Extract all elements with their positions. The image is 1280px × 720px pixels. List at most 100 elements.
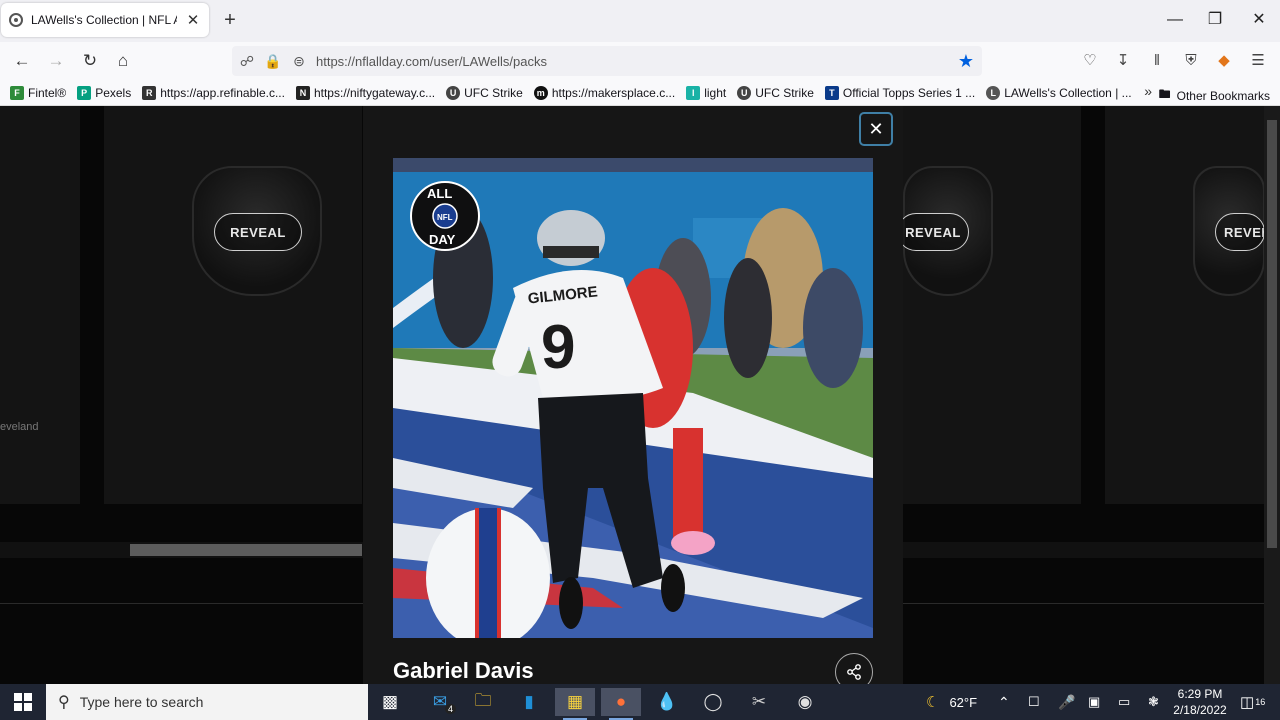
vertical-scrollbar[interactable] [1264,106,1280,684]
scrollbar-thumb[interactable] [1267,120,1277,548]
windows-taskbar: ⚲ Type here to search ▩ ✉ 4 🗀 ▮ ▦ ● 💧 ◯ ✂… [0,684,1280,720]
new-tab-button[interactable]: + [220,9,240,31]
pack-card[interactable]: REVEAL [104,106,362,504]
scrollbar-thumb[interactable] [130,544,362,556]
bookmark-item[interactable]: l light [686,85,726,100]
weather-temp: 62°F [949,694,978,710]
home-icon[interactable]: ⌂ [111,50,135,72]
reload-icon[interactable]: ↻ [78,50,102,72]
url-text[interactable]: https://nflallday.com/user/LAWells/packs [316,54,547,69]
sticky-notes-icon[interactable]: ▦ [555,688,595,720]
library-icon[interactable]: ‖ [1145,50,1169,72]
vpn-shield-icon[interactable]: ⛨ [1179,50,1203,72]
other-bookmarks[interactable]: 🖿 Other Bookmarks [1159,85,1270,106]
app-brain-icon[interactable]: ◯ [693,688,733,716]
bookmark-item[interactable]: T Official Topps Series 1 ... [824,85,975,100]
file-explorer-icon[interactable]: 🗀 [463,688,503,716]
lock-icon[interactable]: 🔒 [262,53,284,70]
reveal-button[interactable]: REVEL [1215,213,1265,251]
bookmark-favicon-icon: U [446,85,461,100]
reveal-button[interactable]: REVEAL [214,213,302,251]
bookmark-item[interactable]: L LAWells's Collection | ... [986,85,1132,100]
site-favicon-icon [9,13,23,27]
navigation-toolbar: ← → ↻ ⌂ ☍ 🔒 ⊜ https://nflallday.com/user… [0,42,1280,80]
chevron-more-icon[interactable]: » [1144,83,1152,99]
bookmarks-toolbar: F Fintel® P Pexels Rhttps://app.refinable.… [0,80,1280,106]
bookmark-favicon-icon: l [686,85,701,100]
battery-icon[interactable]: ▭ [1118,684,1130,720]
clock-date: 2/18/2022 [1173,703,1227,717]
snipping-tool-icon[interactable]: ✂ [739,688,779,716]
microphone-icon[interactable]: 🎤 [1058,684,1075,720]
menu-icon[interactable]: ☰ [1246,50,1270,72]
system-clock[interactable]: 6:29 PM 2/18/2022 [1170,686,1230,718]
mail-badge: 4 [444,704,456,714]
logo-center-text: NFL [437,213,453,222]
bookmark-item[interactable]: Rhttps://app.refinable.c... [142,85,285,100]
back-icon[interactable]: ← [10,50,34,72]
bookmark-item[interactable]: F Fintel® [10,85,66,100]
logo-top-text: ALL [427,186,452,201]
notifications-icon[interactable]: ◫ 16 [1240,684,1265,720]
forward-icon[interactable]: → [44,50,68,72]
pack-card[interactable]: REVEL [1105,106,1265,504]
bookmark-item[interactable]: U UFC Strike [737,85,814,100]
taskbar-search-box[interactable]: ⚲ Type here to search [46,684,368,720]
bookmark-item[interactable]: Nhttps://niftygateway.c... [295,85,435,100]
paint-drop-icon[interactable]: 💧 [647,688,687,716]
clock-time: 6:29 PM [1177,687,1223,701]
tab-bar: LAWells's Collection | NFL ALL D ✕ + — ❐… [0,0,1280,42]
share-button[interactable] [835,653,873,684]
close-tab-icon[interactable]: ✕ [185,11,201,29]
firefox-icon[interactable]: ● [601,688,641,720]
wifi-icon[interactable]: ❃ [1148,684,1159,720]
tray-overflow-icon[interactable]: ⌃ [998,684,1010,720]
bookmark-favicon-icon: F [10,85,24,100]
bookmark-favicon-icon: P [77,85,92,100]
restore-icon[interactable]: ❐ [1200,8,1230,32]
tab-title: LAWells's Collection | NFL ALL D [31,13,177,27]
windows-logo-icon [14,693,32,711]
browser-tab[interactable]: LAWells's Collection | NFL ALL D ✕ [1,3,209,37]
close-window-icon[interactable]: ✕ [1244,8,1274,32]
bookmark-item[interactable]: m https://makersplace.c... [533,85,675,100]
player-name-heading: Gabriel Davis [393,658,534,683]
weather-widget[interactable]: ☾ 62°F [926,684,977,720]
page-content: REVEAL eveland REVEAL REVEL ✕ [0,106,1280,684]
jersey-number-text: 9 [541,313,575,382]
bookmark-item[interactable]: U UFC Strike [446,85,523,100]
bookmark-item[interactable]: P Pexels [77,85,131,100]
search-icon: ⚲ [58,694,70,711]
shield-icon[interactable]: ☍ [236,53,258,70]
moon-icon: ☾ [926,694,940,711]
bookmark-favicon-icon: U [737,85,752,100]
metamask-fox-icon[interactable]: ◆ [1212,50,1236,72]
bookmark-favicon-icon: R [142,85,157,100]
notification-count: 16 [1255,697,1266,707]
task-view-icon[interactable]: ▩ [370,688,410,716]
folder-icon: 🖿 [1158,87,1171,101]
logo-bottom-text: DAY [429,232,456,247]
pocket-icon[interactable]: ♡ [1078,50,1102,72]
meet-icon[interactable]: ☐ [1028,684,1040,720]
display-icon[interactable]: ▣ [1088,684,1100,720]
close-modal-button[interactable]: ✕ [859,112,893,146]
bookmark-favicon-icon: m [533,85,548,100]
bookmark-favicon-icon: N [295,85,310,100]
reveal-button[interactable]: REVEAL [897,213,969,251]
app-circle-icon[interactable]: ◉ [785,688,825,716]
permissions-icon[interactable]: ⊜ [288,53,310,70]
mail-icon[interactable]: ✉ 4 [420,688,460,716]
bookmark-favicon-icon: T [824,85,839,100]
bookmark-star-icon[interactable]: ★ [958,51,974,72]
bookmark-app-icon[interactable]: ▮ [509,688,549,716]
address-bar[interactable]: ☍ 🔒 ⊜ https://nflallday.com/user/LAWells… [232,46,982,76]
pack-card[interactable] [0,106,80,504]
share-icon [847,664,861,680]
minimize-icon[interactable]: — [1160,8,1190,32]
pack-card[interactable]: REVEAL [897,106,1081,504]
football-scene: ALL NFL DAY GILMORE 9 [393,158,873,638]
moment-video[interactable]: ALL NFL DAY GILMORE 9 [393,158,873,638]
downloads-icon[interactable]: ↧ [1111,50,1135,72]
start-button[interactable] [0,684,46,720]
